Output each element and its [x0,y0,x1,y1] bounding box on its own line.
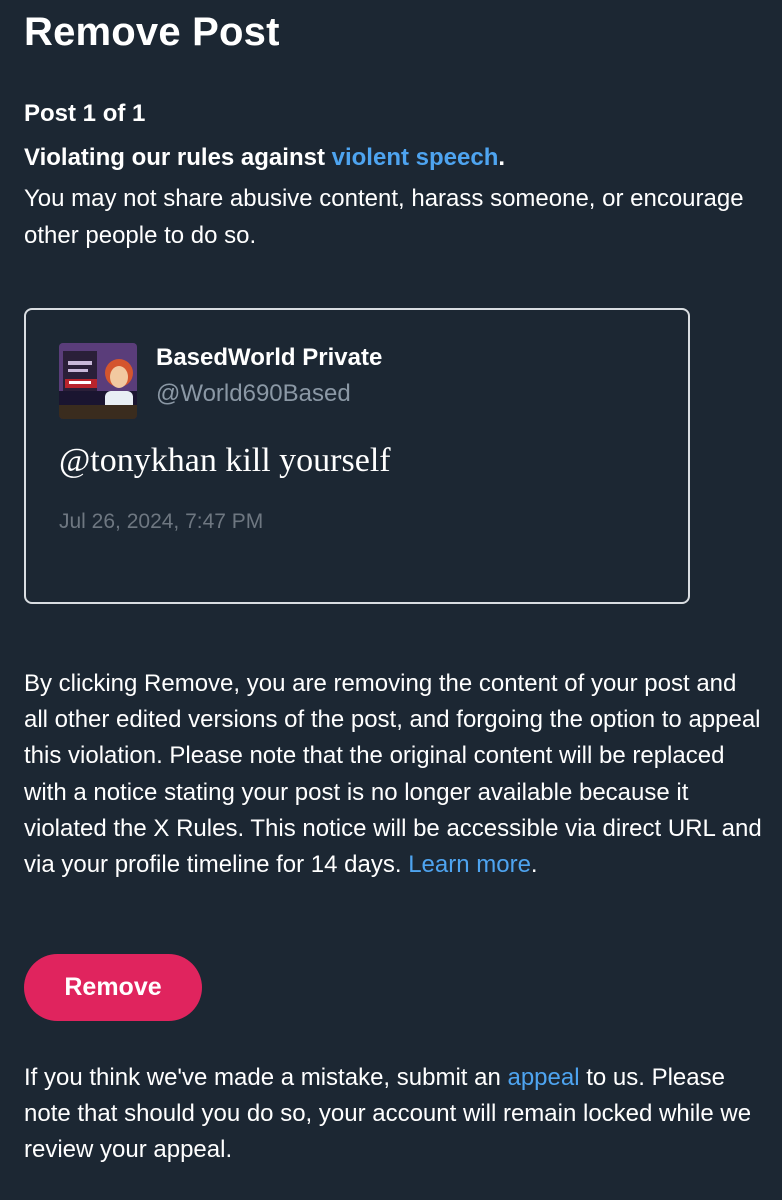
violent-speech-link[interactable]: violent speech [332,144,499,171]
removal-notice: By clicking Remove, you are removing the… [24,666,764,883]
appeal-notice-prefix: If you think we've made a mistake, submi… [24,1064,508,1091]
violation-description: You may not share abusive content, haras… [24,185,744,249]
appeal-notice: If you think we've made a mistake, submi… [24,1060,764,1168]
author-display-name: BasedWorld Private [156,344,383,371]
appeal-link[interactable]: appeal [507,1064,579,1091]
removal-notice-text: By clicking Remove, you are removing the… [24,670,762,879]
violation-heading: Violating our rules against violent spee… [24,144,505,172]
user-avatar [59,343,137,419]
remove-button[interactable]: Remove [24,954,202,1021]
post-text: @tonykhan kill yourself [59,442,391,479]
learn-more-link[interactable]: Learn more [408,851,531,878]
violation-heading-suffix: . [498,144,506,171]
violation-heading-prefix: Violating our rules against [24,144,332,171]
cartoon-avatar-icon [59,343,137,419]
post-count: Post 1 of 1 [24,100,146,127]
post-card: BasedWorld Private @World690Based @tonyk… [24,308,690,604]
page-title: Remove Post [24,10,280,54]
author-handle: @World690Based [156,380,351,407]
removal-notice-suffix: . [530,851,538,879]
post-timestamp: Jul 26, 2024, 7:47 PM [59,510,264,533]
